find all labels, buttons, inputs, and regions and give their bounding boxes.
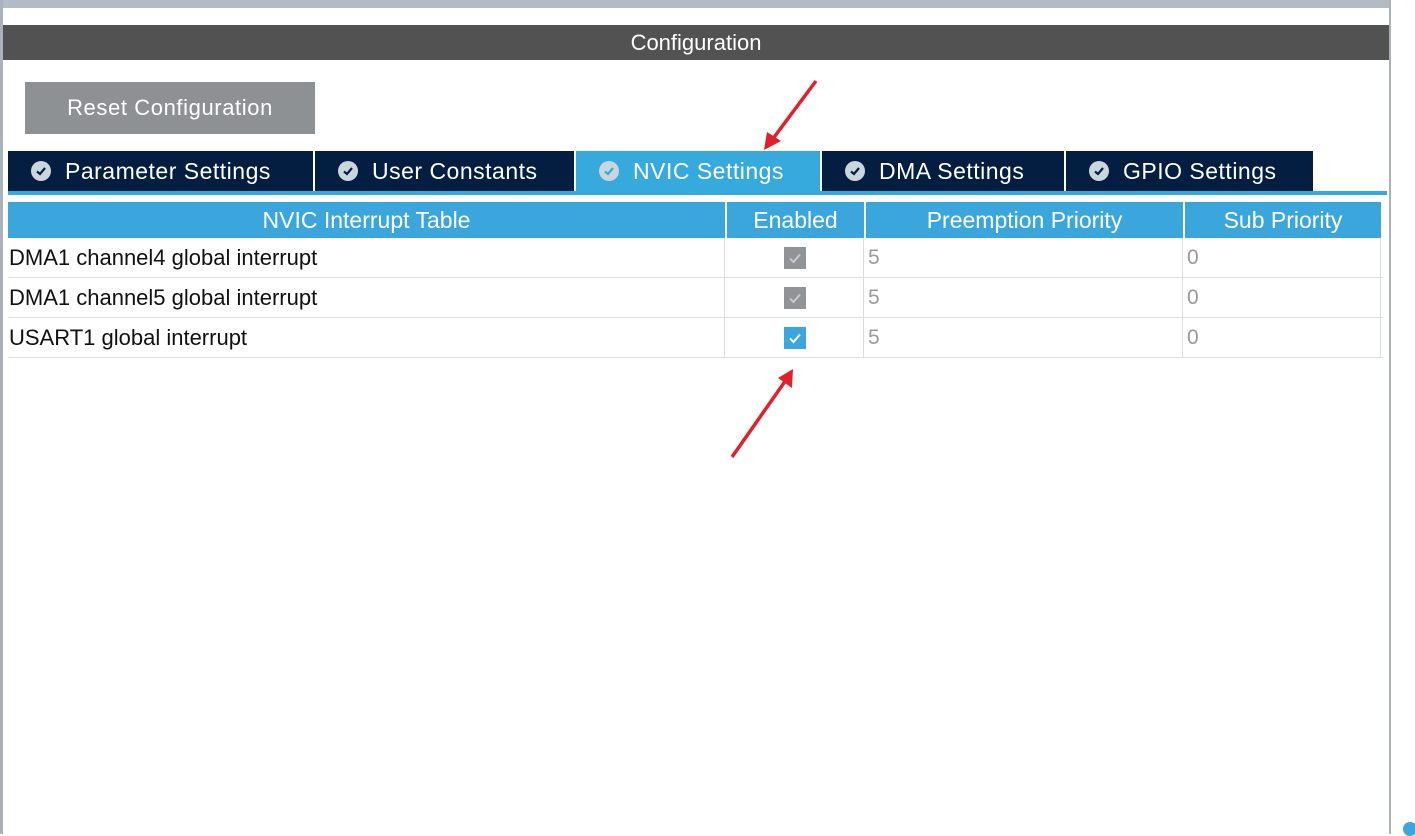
- check-circle-icon: [1089, 161, 1109, 181]
- table-header-row: NVIC Interrupt Table Enabled Preemption …: [8, 202, 1383, 238]
- enabled-cell: [727, 238, 864, 277]
- configuration-title: Configuration: [630, 29, 762, 55]
- tab-parameter-settings[interactable]: Parameter Settings: [8, 151, 313, 191]
- table-row[interactable]: DMA1 channel4 global interrupt 5 0: [8, 238, 1383, 278]
- check-circle-icon: [845, 161, 865, 181]
- enabled-cell: [727, 278, 864, 317]
- tab-gpio-settings[interactable]: GPIO Settings: [1066, 151, 1313, 191]
- annotation-arrow-to-checkbox: [730, 369, 793, 459]
- preemption-priority-cell[interactable]: 5: [866, 278, 1183, 317]
- right-frame: [1390, 0, 1415, 834]
- table-row[interactable]: USART1 global interrupt 5 0: [8, 318, 1383, 358]
- tab-underline: [8, 191, 1387, 195]
- configuration-header: Configuration: [3, 25, 1389, 60]
- nvic-interrupt-table: NVIC Interrupt Table Enabled Preemption …: [8, 202, 1383, 358]
- tab-label: NVIC Settings: [633, 157, 784, 184]
- right-border: [1389, 0, 1391, 834]
- enabled-checkbox[interactable]: [784, 326, 806, 349]
- check-circle-icon: [338, 161, 358, 181]
- tab-dma-settings[interactable]: DMA Settings: [822, 151, 1064, 191]
- interrupt-name: DMA1 channel4 global interrupt: [8, 238, 725, 277]
- column-header-preemption-priority[interactable]: Preemption Priority: [866, 202, 1183, 238]
- tab-label: DMA Settings: [879, 157, 1025, 184]
- interrupt-name: USART1 global interrupt: [8, 318, 725, 357]
- annotation-arrow-to-nvic-tab: [764, 79, 818, 150]
- tab-label: GPIO Settings: [1123, 157, 1277, 184]
- sub-priority-cell[interactable]: 0: [1185, 278, 1381, 317]
- checkmark-icon: [789, 253, 801, 263]
- table-row[interactable]: DMA1 channel5 global interrupt 5 0: [8, 278, 1383, 318]
- preemption-priority-cell[interactable]: 5: [866, 318, 1183, 357]
- enabled-checkbox[interactable]: [784, 246, 806, 269]
- sub-priority-cell[interactable]: 0: [1185, 238, 1381, 277]
- checkmark-icon: [789, 333, 801, 343]
- column-header-enabled[interactable]: Enabled: [727, 202, 864, 238]
- top-strip: [0, 0, 1392, 8]
- left-border: [0, 0, 3, 834]
- reset-configuration-button[interactable]: Reset Configuration: [25, 82, 315, 134]
- tab-label: Parameter Settings: [65, 157, 271, 184]
- check-circle-icon: [31, 161, 51, 181]
- interrupt-name: DMA1 channel5 global interrupt: [8, 278, 725, 317]
- tab-label: User Constants: [372, 157, 538, 184]
- settings-tabs: Parameter Settings User Constants NVIC S…: [8, 151, 1315, 191]
- enabled-checkbox[interactable]: [784, 286, 806, 309]
- checkmark-icon: [789, 293, 801, 303]
- check-circle-icon: [599, 161, 619, 181]
- sub-priority-cell[interactable]: 0: [1185, 318, 1381, 357]
- enabled-cell: [727, 318, 864, 357]
- tab-user-constants[interactable]: User Constants: [315, 151, 574, 191]
- column-header-sub-priority[interactable]: Sub Priority: [1185, 202, 1381, 238]
- preemption-priority-cell[interactable]: 5: [866, 238, 1183, 277]
- column-header-interrupt-table[interactable]: NVIC Interrupt Table: [8, 202, 725, 238]
- tab-nvic-settings[interactable]: NVIC Settings: [576, 151, 820, 191]
